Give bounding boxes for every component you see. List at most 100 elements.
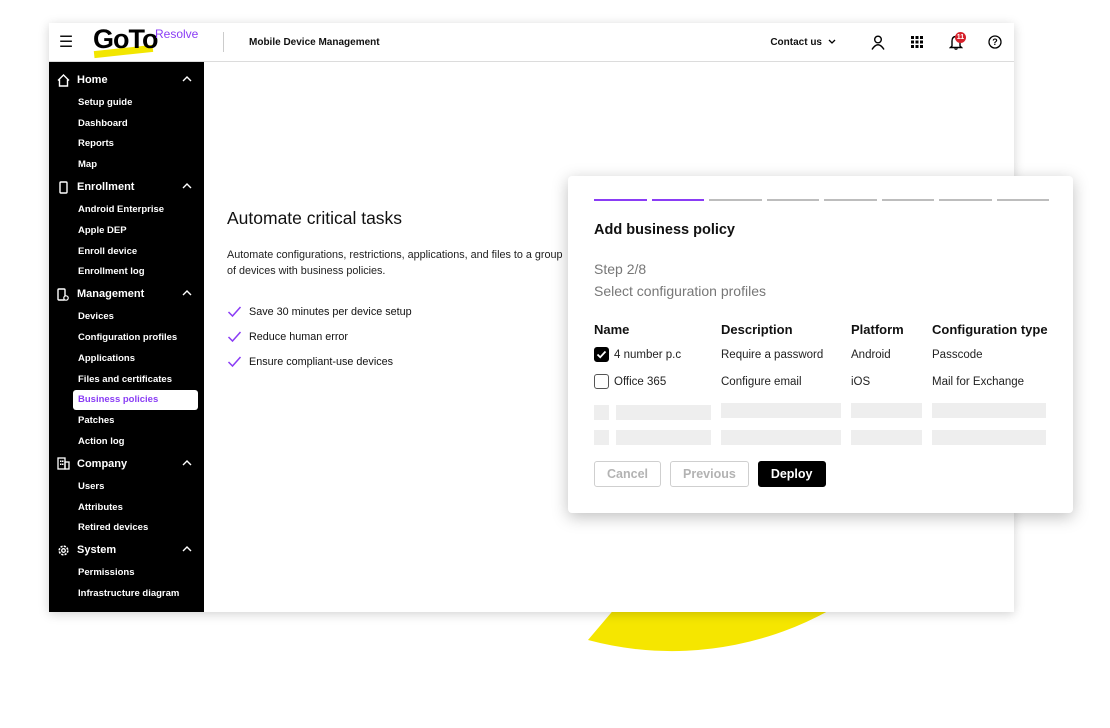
- menu-icon[interactable]: ☰: [49, 32, 83, 52]
- skeleton-block: [721, 403, 841, 418]
- sidebar-item-attributes[interactable]: Attributes: [49, 497, 204, 518]
- module-title: Mobile Device Management: [249, 36, 380, 48]
- phone-icon: [49, 180, 77, 194]
- sidebar-item-users[interactable]: Users: [49, 476, 204, 497]
- sidebar-item-devices[interactable]: Devices: [49, 306, 204, 327]
- profile-platform: iOS: [851, 376, 871, 388]
- sidebar-section-management[interactable]: Management: [49, 282, 204, 306]
- checkmark-icon: [227, 356, 242, 368]
- skeleton-row: [594, 403, 1064, 430]
- sidebar-section-system[interactable]: System: [49, 538, 204, 562]
- table-header: Name Description Platform Configuration …: [594, 322, 1064, 349]
- device-gear-icon: [49, 288, 77, 301]
- page-title: Automate critical tasks: [227, 208, 403, 228]
- sidebar-section-label: Company: [77, 457, 128, 470]
- contact-us-label: Contact us: [770, 36, 822, 48]
- sidebar-item-patches[interactable]: Patches: [49, 410, 204, 431]
- header-actions: Contact us 11 ?: [770, 23, 1014, 62]
- row-checkbox[interactable]: [594, 347, 609, 362]
- sidebar-item-files-and-certificates[interactable]: Files and certificates: [49, 369, 204, 390]
- step-bar: [594, 199, 647, 201]
- list-item: Reduce human error: [227, 324, 412, 349]
- sidebar-item-business-policies[interactable]: Business policies: [73, 389, 198, 411]
- profile-type: Mail for Exchange: [932, 376, 1025, 388]
- goto-resolve-logo[interactable]: GoTo Resolve: [83, 23, 223, 62]
- column-header-description: Description: [721, 322, 793, 337]
- add-business-policy-modal: Add business policy Step 2/8 Select conf…: [568, 176, 1073, 513]
- column-header-name: Name: [594, 322, 630, 337]
- header-divider: [223, 32, 224, 52]
- sidebar-section-label: Enrollment: [77, 181, 135, 194]
- sidebar-item-enrollment-log[interactable]: Enrollment log: [49, 262, 204, 283]
- benefit-text: Reduce human error: [249, 330, 349, 343]
- sidebar-section-label: System: [77, 544, 117, 557]
- home-icon: [49, 73, 77, 87]
- chevron-up-icon[interactable]: [182, 458, 192, 468]
- column-header-configuration-type: Configuration type: [932, 322, 1048, 337]
- sidebar-item-retired-devices[interactable]: Retired devices: [49, 518, 204, 539]
- table-row[interactable]: 4 number p.c Require a password Android …: [594, 347, 1064, 376]
- step-subtitle: Select configuration profiles: [594, 283, 766, 299]
- cancel-button[interactable]: Cancel: [594, 461, 661, 487]
- sidebar-item-permissions[interactable]: Permissions: [49, 562, 204, 583]
- list-item: Save 30 minutes per device setup: [227, 299, 412, 324]
- sidebar-section-company[interactable]: Company: [49, 452, 204, 476]
- skeleton-block: [616, 430, 711, 445]
- notification-badge: 11: [955, 31, 966, 43]
- step-bar: [939, 199, 992, 201]
- row-checkbox[interactable]: [594, 374, 609, 389]
- skeleton-block: [851, 430, 922, 445]
- modal-title: Add business policy: [594, 222, 735, 238]
- skeleton-block: [851, 403, 922, 418]
- sidebar-item-reports[interactable]: Reports: [49, 134, 204, 155]
- table-row[interactable]: Office 365 Configure email iOS Mail for …: [594, 374, 1064, 403]
- sidebar-item-map[interactable]: Map: [49, 154, 204, 175]
- skeleton-block: [616, 405, 711, 420]
- chevron-up-icon[interactable]: [182, 74, 192, 84]
- step-bar: [651, 199, 704, 201]
- svg-text:?: ?: [992, 37, 998, 47]
- sidebar-section-enrollment[interactable]: Enrollment: [49, 175, 204, 199]
- profile-description: Require a password: [721, 349, 824, 361]
- notifications-bell-icon[interactable]: 11: [936, 23, 975, 62]
- skeleton-block: [932, 430, 1046, 445]
- previous-button[interactable]: Previous: [670, 461, 749, 487]
- sidebar-item-android-enterprise[interactable]: Android Enterprise: [49, 199, 204, 220]
- apps-grid-icon[interactable]: [897, 23, 936, 62]
- sidebar-item-applications[interactable]: Applications: [49, 348, 204, 369]
- step-label: Step 2/8: [594, 261, 647, 277]
- help-icon[interactable]: ?: [975, 23, 1014, 62]
- sidebar-section-home[interactable]: Home: [49, 68, 204, 92]
- skeleton-row: [594, 430, 1064, 457]
- step-bar: [881, 199, 934, 201]
- skeleton-block: [594, 405, 609, 420]
- chevron-down-icon: [828, 39, 836, 44]
- sidebar-item-dashboard[interactable]: Dashboard: [49, 113, 204, 134]
- contact-us-dropdown[interactable]: Contact us: [770, 37, 836, 48]
- step-progress: [594, 199, 1049, 201]
- modal-actions: Cancel Previous Deploy: [594, 461, 826, 487]
- chevron-up-icon[interactable]: [182, 181, 192, 191]
- user-icon[interactable]: [858, 23, 897, 62]
- step-bar: [996, 199, 1049, 201]
- sidebar-item-configuration-profiles[interactable]: Configuration profiles: [49, 327, 204, 348]
- sidebar-item-enroll-device[interactable]: Enroll device: [49, 241, 204, 262]
- profile-name: 4 number p.c: [614, 349, 682, 361]
- step-bar: [709, 199, 762, 201]
- top-bar: ☰ GoTo Resolve Mobile Device Management …: [49, 23, 1014, 62]
- sidebar: Home Setup guide Dashboard Reports Map E…: [49, 62, 204, 612]
- sidebar-item-setup-guide[interactable]: Setup guide: [49, 92, 204, 113]
- logo-brand: GoTo: [93, 23, 158, 54]
- skeleton-block: [721, 430, 841, 445]
- sidebar-item-infrastructure-diagram[interactable]: Infrastructure diagram: [49, 583, 204, 604]
- sidebar-item-apple-dep[interactable]: Apple DEP: [49, 220, 204, 241]
- sidebar-section-label: Home: [77, 74, 108, 86]
- profile-description: Configure email: [721, 376, 802, 388]
- sidebar-item-action-log[interactable]: Action log: [49, 431, 204, 452]
- chevron-up-icon[interactable]: [182, 288, 192, 298]
- step-bar: [766, 199, 819, 201]
- logo-product: Resolve: [155, 26, 199, 41]
- chevron-up-icon[interactable]: [182, 544, 192, 554]
- profile-platform: Android: [851, 349, 891, 361]
- deploy-button[interactable]: Deploy: [757, 461, 826, 487]
